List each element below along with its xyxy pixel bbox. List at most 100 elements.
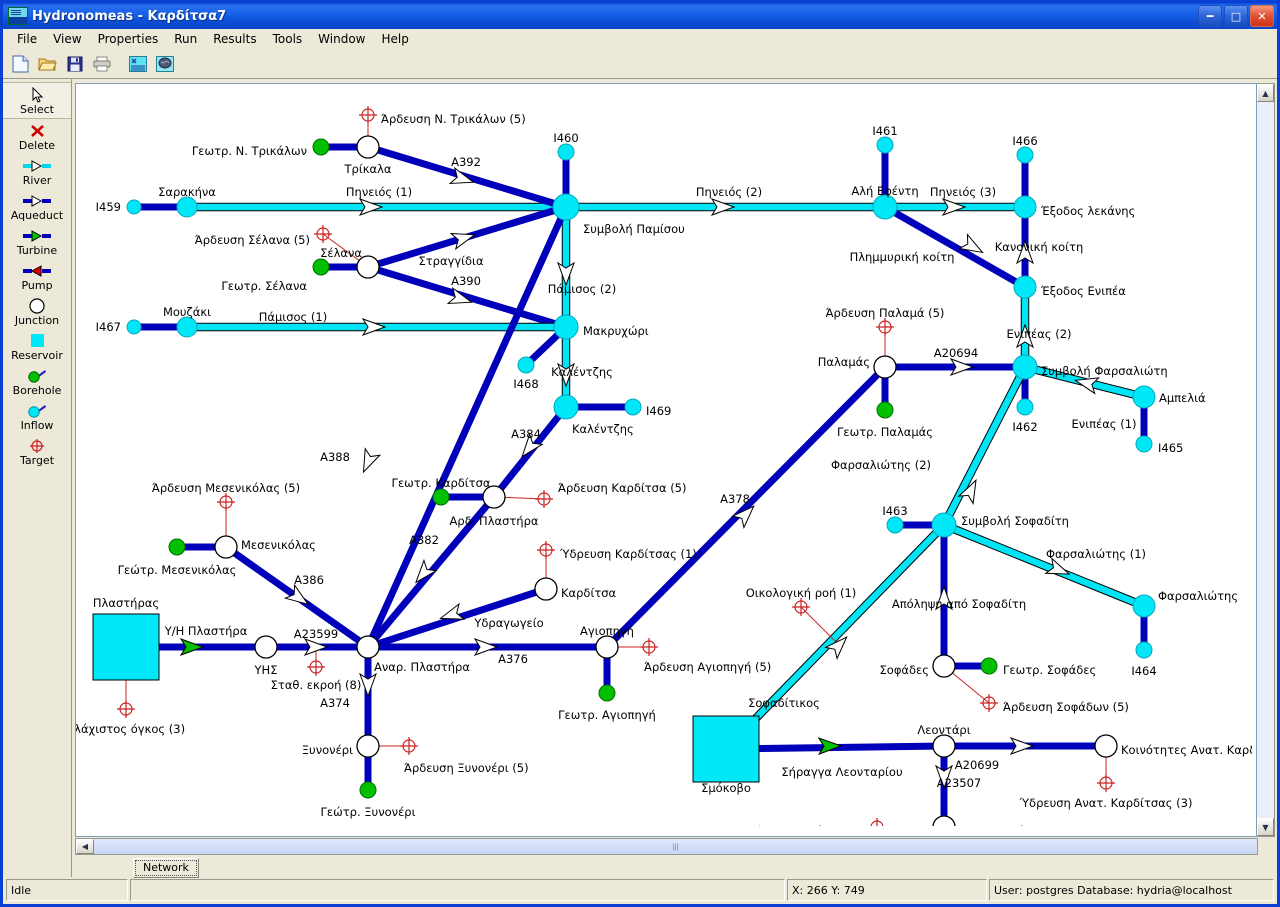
node-junction[interactable] [214, 535, 238, 559]
minimize-button[interactable]: ━ [1198, 5, 1222, 27]
node-junction[interactable] [932, 654, 956, 678]
palette-item-pump[interactable]: Pump [3, 259, 71, 294]
palette-item-junction[interactable]: Junction [3, 294, 71, 329]
print-button[interactable] [89, 52, 114, 77]
node-borehole[interactable] [359, 781, 377, 799]
edge-river[interactable] [723, 522, 947, 752]
node-junction[interactable] [1094, 734, 1118, 758]
node-target[interactable] [359, 106, 377, 124]
node-label: Γεωτρ. Αγιοπηγή [558, 708, 656, 722]
open-folder-button[interactable] [35, 52, 60, 77]
node-junction[interactable] [254, 635, 278, 659]
node-target[interactable] [307, 658, 325, 676]
node-inflow[interactable] [931, 512, 957, 538]
node-junction[interactable] [356, 635, 380, 659]
menu-help[interactable]: Help [373, 31, 416, 47]
node-inflow[interactable] [1135, 435, 1153, 453]
vertical-scrollbar[interactable]: ▲ ▼ [1257, 83, 1275, 837]
node-target[interactable] [640, 638, 658, 656]
node-inflow[interactable] [126, 319, 142, 335]
node-reservoir[interactable] [92, 613, 160, 681]
node-borehole[interactable] [312, 138, 330, 156]
tab-network[interactable]: Network [133, 858, 199, 878]
node-target[interactable] [217, 493, 235, 511]
node-inflow[interactable] [1016, 398, 1034, 416]
scroll-down-button[interactable]: ▼ [1257, 818, 1274, 836]
network-canvas[interactable]: I459 Σαρακήνα Γεωτρ. Ν. Τρικάλων Τρίκαλα Άρδ… [75, 83, 1257, 837]
node-inflow[interactable] [1016, 146, 1034, 164]
node-borehole[interactable] [876, 401, 894, 419]
palette-item-aqueduct[interactable]: Aqueduct [3, 189, 71, 224]
node-target[interactable] [314, 225, 332, 243]
node-inflow[interactable] [126, 199, 142, 215]
maximize-button[interactable]: □ [1224, 5, 1248, 27]
node-target[interactable] [535, 490, 553, 508]
node-junction[interactable] [356, 734, 380, 758]
node-inflow[interactable] [557, 143, 575, 161]
new-file-button[interactable] [8, 52, 33, 77]
node-inflow[interactable] [1013, 195, 1037, 219]
node-reservoir[interactable] [692, 715, 760, 783]
menu-results[interactable]: Results [205, 31, 264, 47]
node-inflow[interactable] [176, 316, 198, 338]
scroll-left-button[interactable]: ◀ [76, 839, 94, 854]
node-junction[interactable] [595, 635, 619, 659]
node-junction[interactable] [932, 734, 956, 758]
node-inflow[interactable] [176, 196, 198, 218]
palette-item-inflow[interactable]: Inflow [3, 399, 71, 434]
menu-view[interactable]: View [45, 31, 89, 47]
node-inflow[interactable] [872, 194, 898, 220]
node-target[interactable] [117, 700, 135, 718]
scroll-up-button[interactable]: ▲ [1257, 84, 1274, 102]
palette-item-target[interactable]: Target [3, 434, 71, 469]
vertical-scroll-track[interactable] [1257, 102, 1274, 818]
palette-item-river[interactable]: River [3, 154, 71, 189]
horizontal-scrollbar[interactable]: ◀ [75, 838, 1258, 855]
node-inflow[interactable] [1132, 385, 1156, 409]
node-inflow[interactable] [1132, 594, 1156, 618]
menu-run[interactable]: Run [166, 31, 205, 47]
node-borehole[interactable] [432, 488, 450, 506]
save-button[interactable] [62, 52, 87, 77]
menu-properties[interactable]: Properties [90, 31, 167, 47]
node-junction[interactable] [534, 577, 558, 601]
node-target[interactable] [400, 737, 418, 755]
node-inflow[interactable] [553, 394, 579, 420]
node-inflow[interactable] [1012, 354, 1038, 380]
node-junction[interactable] [873, 355, 897, 379]
close-button[interactable]: ✕ [1250, 5, 1274, 27]
node-inflow[interactable] [886, 516, 904, 534]
edge-target[interactable] [800, 606, 840, 646]
node-borehole[interactable] [598, 684, 616, 702]
node-target[interactable] [537, 541, 555, 559]
node-inflow[interactable] [1013, 275, 1037, 299]
node-borehole[interactable] [168, 538, 186, 556]
palette-item-delete[interactable]: Delete [3, 119, 71, 154]
palette-item-select[interactable]: Select [3, 82, 71, 119]
node-inflow[interactable] [552, 193, 580, 221]
node-target[interactable] [876, 318, 894, 336]
node-borehole[interactable] [980, 657, 998, 675]
network-view-button[interactable] [125, 52, 150, 77]
node-inflow[interactable] [553, 314, 579, 340]
node-target[interactable] [1097, 774, 1115, 792]
palette-item-turbine[interactable]: Turbine [3, 224, 71, 259]
edge-river[interactable] [942, 521, 1146, 610]
simulate-button[interactable] [152, 52, 177, 77]
palette-item-borehole[interactable]: Borehole [3, 364, 71, 399]
horizontal-scroll-thumb[interactable] [94, 839, 1257, 854]
menu-file[interactable]: File [9, 31, 45, 47]
node-target[interactable] [980, 694, 998, 712]
node-junction[interactable] [932, 815, 956, 826]
node-inflow[interactable] [624, 398, 642, 416]
node-junction[interactable] [356, 135, 380, 159]
node-inflow[interactable] [517, 356, 535, 374]
node-target[interactable] [868, 818, 886, 826]
edge-river[interactable] [941, 365, 1028, 527]
menu-window[interactable]: Window [310, 31, 373, 47]
menu-tools[interactable]: Tools [265, 31, 311, 47]
node-inflow[interactable] [1135, 641, 1153, 659]
node-inflow[interactable] [876, 136, 894, 154]
node-borehole[interactable] [312, 258, 330, 276]
palette-item-reservoir[interactable]: Reservoir [3, 329, 71, 364]
